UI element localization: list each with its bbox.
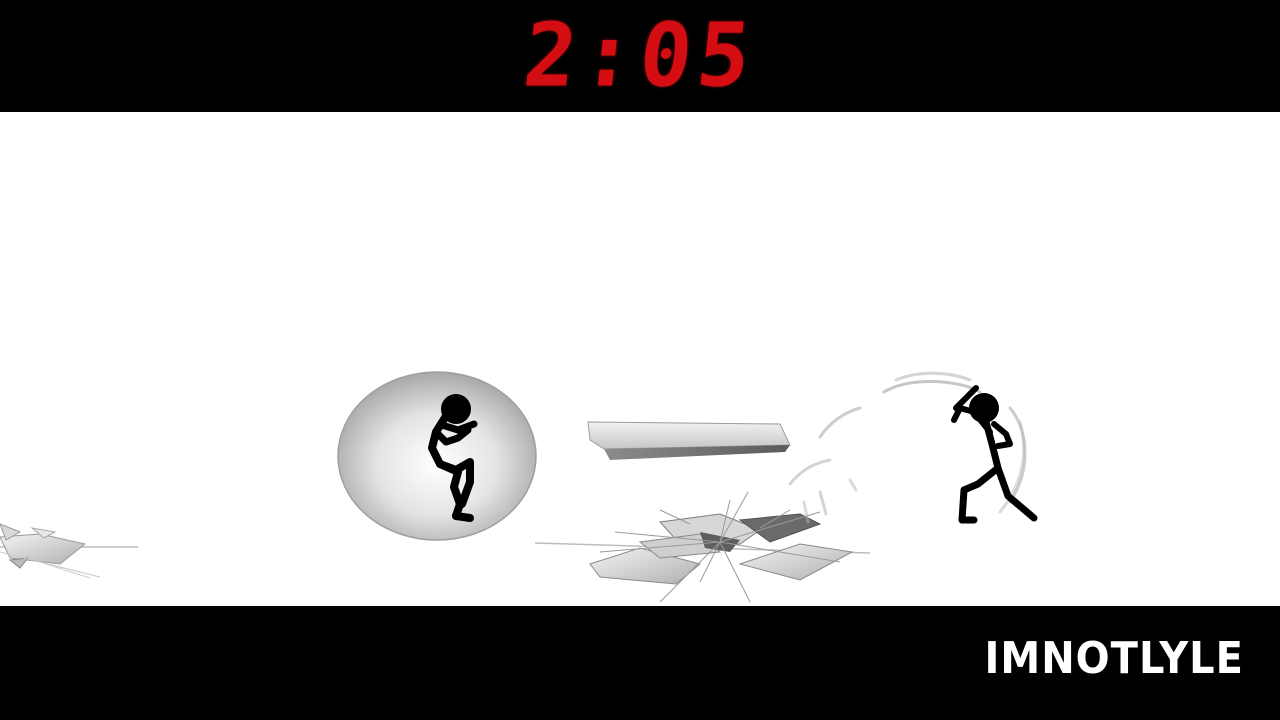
game-stage — [0, 112, 1280, 606]
channel-watermark: IMNOTLYLE — [984, 634, 1244, 684]
floating-slab — [587, 421, 791, 460]
scene-svg — [0, 371, 1038, 603]
bottom-letterbox: IMNOTLYLE — [0, 606, 1280, 720]
game-frame: 2:05 IMNOTLYLE — [0, 0, 1280, 720]
round-timer: 2:05 — [519, 5, 761, 108]
right-stickman — [951, 385, 1038, 524]
impact-crater — [534, 491, 871, 603]
top-letterbox: 2:05 — [0, 0, 1280, 112]
left-debris — [0, 523, 138, 579]
